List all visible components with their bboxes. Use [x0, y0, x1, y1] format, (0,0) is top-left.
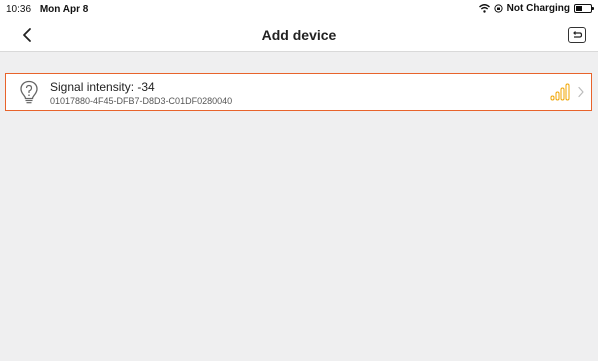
signal-bar	[560, 87, 565, 101]
status-right: Not Charging	[478, 3, 594, 14]
battery-fill	[576, 6, 582, 11]
status-date: Mon Apr 8	[39, 4, 89, 15]
page-title: Add device	[261, 27, 337, 43]
signal-bar	[565, 83, 570, 101]
exit-button[interactable]	[568, 27, 586, 43]
signal-strength-icon	[550, 83, 570, 101]
lightbulb-icon	[20, 80, 38, 104]
device-id: 01017880-4F45-DFB7-D8D3-C01DF0280040	[50, 96, 233, 106]
device-list-item[interactable]: Signal intensity: -34 01017880-4F45-DFB7…	[5, 73, 592, 111]
status-time: 10:36	[6, 4, 32, 15]
chevron-right-icon	[578, 86, 584, 98]
signal-bar	[550, 95, 555, 101]
charging-status: Not Charging	[506, 3, 570, 14]
orientation-lock-icon	[494, 4, 503, 13]
nav-bar: Add device	[0, 18, 598, 52]
wifi-icon	[478, 4, 490, 13]
return-icon	[573, 31, 583, 38]
signal-bar	[555, 91, 560, 101]
device-signal-label: Signal intensity: -34	[50, 80, 155, 94]
battery-icon	[574, 4, 594, 13]
status-bar: 10:36 Mon Apr 8 Not Charging	[0, 0, 598, 18]
status-left: 10:36 Mon Apr 8	[6, 4, 88, 15]
